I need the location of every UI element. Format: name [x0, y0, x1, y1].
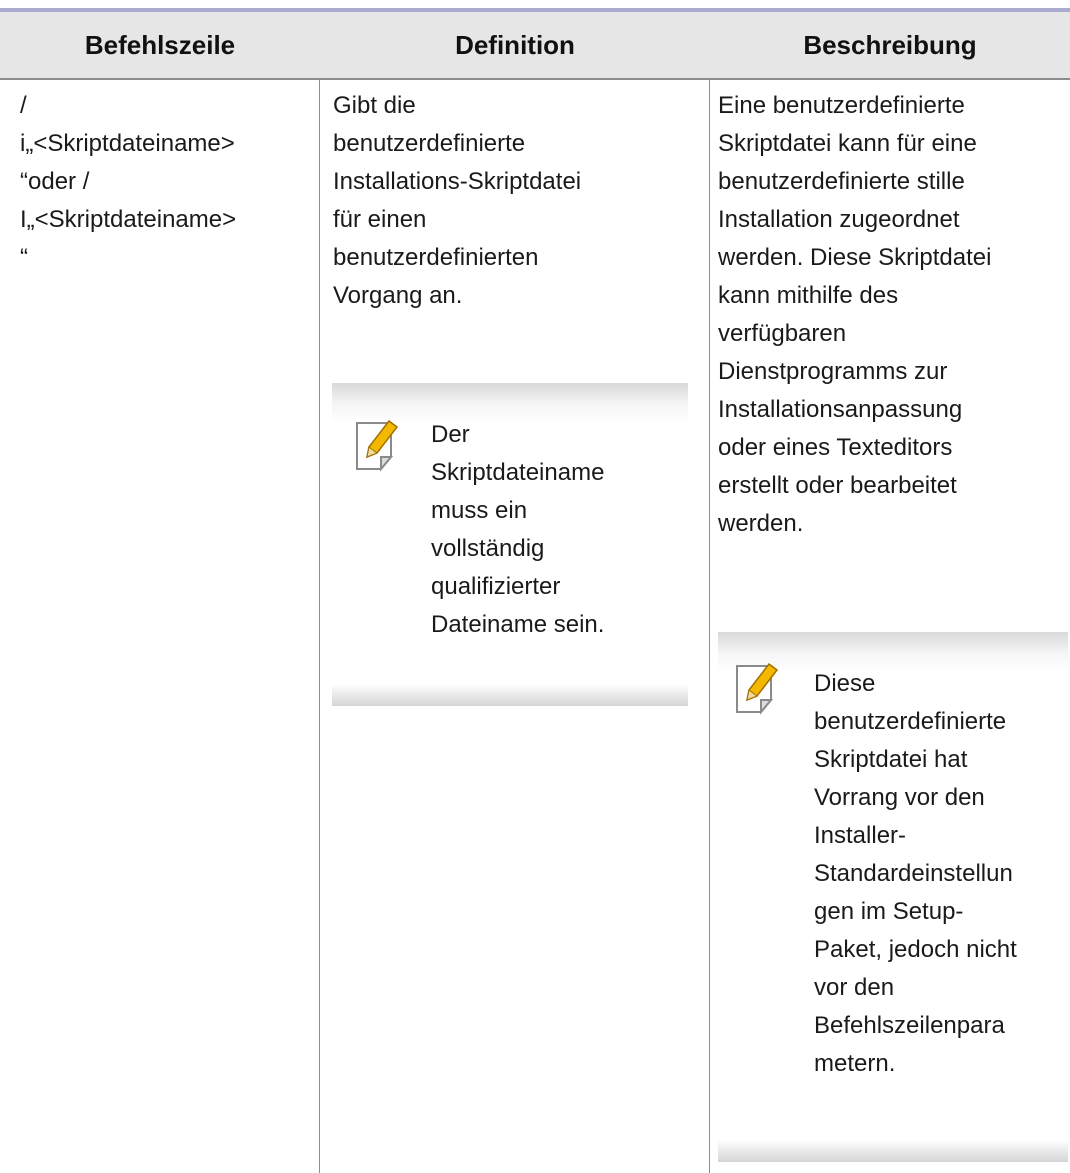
definition-note-text: Der Skriptdateiname muss ein vollständig… [431, 421, 605, 638]
note-pencil-icon [735, 660, 785, 716]
command-text: / i„<Skriptdateiname> “oder / I„<Skriptd… [20, 92, 237, 271]
definition-note: Der Skriptdateiname muss ein vollständig… [332, 383, 688, 706]
note-bottom-bar [332, 684, 688, 706]
description-note-text: Diese benutzerdefinierte Skriptdatei hat… [814, 670, 1017, 1077]
description-note: Diese benutzerdefinierte Skriptdatei hat… [718, 632, 1068, 1162]
column-divider [319, 80, 320, 1173]
header-befehlszeile: Befehlszeile [84, 30, 236, 60]
header-rule [0, 78, 1070, 80]
header-beschreibung: Beschreibung [803, 30, 977, 60]
column-divider [709, 80, 710, 1173]
note-bottom-bar [718, 1140, 1068, 1162]
definition-text: Gibt die benutzerdefinierte Installation… [333, 92, 582, 309]
table-header: Befehlszeile Definition Beschreibung [0, 12, 1070, 78]
note-pencil-icon [355, 417, 405, 473]
description-text: Eine benutzerdefinierte Skriptdatei kann… [718, 92, 992, 537]
header-definition: Definition [455, 30, 575, 60]
